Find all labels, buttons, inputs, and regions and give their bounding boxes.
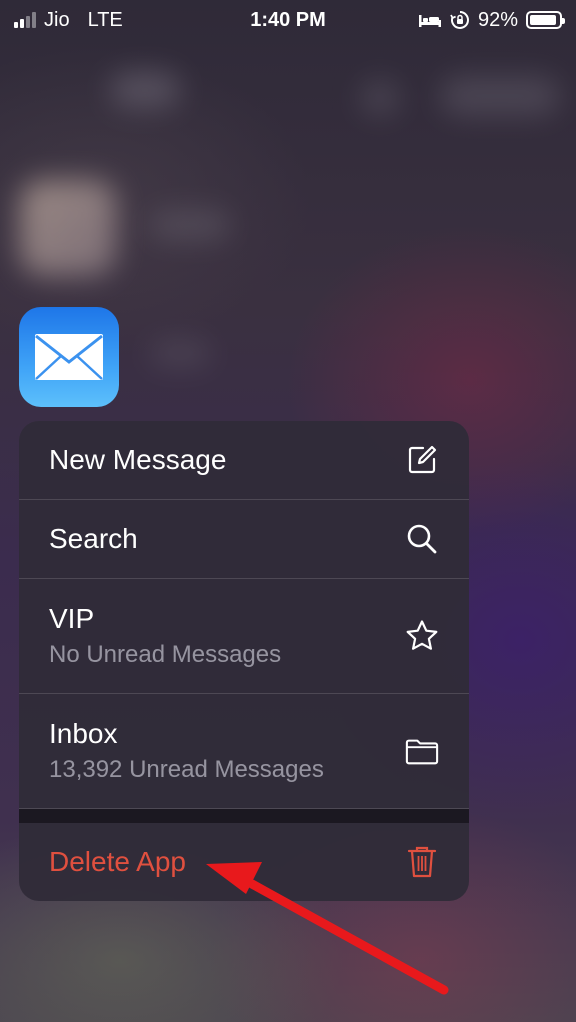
blurred-widget bbox=[440, 76, 560, 116]
menu-item-vip[interactable]: VIP No Unread Messages bbox=[19, 579, 469, 694]
compose-icon bbox=[408, 445, 437, 474]
menu-item-subtitle: No Unread Messages bbox=[49, 641, 282, 668]
menu-item-subtitle: 13,392 Unread Messages bbox=[49, 756, 324, 783]
orientation-lock-icon bbox=[450, 11, 469, 29]
menu-item-label: New Message bbox=[49, 444, 227, 475]
carrier-name: Jio bbox=[44, 8, 70, 31]
blurred-app-icon bbox=[20, 180, 116, 276]
mail-app-icon[interactable] bbox=[19, 307, 119, 407]
blurred-app-label bbox=[150, 340, 210, 366]
folder-icon bbox=[405, 739, 439, 765]
status-bar-right: 92% bbox=[418, 8, 565, 32]
star-icon bbox=[406, 620, 438, 650]
blurred-widget bbox=[360, 80, 400, 116]
clock: 1:40 PM bbox=[250, 8, 326, 31]
menu-item-label: Delete App bbox=[49, 846, 186, 877]
battery-fill bbox=[530, 15, 556, 25]
status-bar-left: Jio LTE bbox=[14, 9, 123, 32]
menu-item-inbox[interactable]: Inbox 13,392 Unread Messages bbox=[19, 694, 469, 809]
cellular-signal-icon bbox=[14, 12, 36, 28]
network-type: LTE bbox=[87, 8, 123, 31]
menu-item-label: Inbox bbox=[49, 718, 118, 749]
menu-item-label: VIP bbox=[49, 603, 95, 634]
blurred-app-label bbox=[150, 210, 230, 240]
menu-section-separator bbox=[19, 809, 469, 823]
mail-icon bbox=[35, 334, 103, 380]
search-icon bbox=[407, 524, 437, 554]
app-context-menu: New Message Search VIP No Unread Message… bbox=[19, 421, 469, 901]
status-bar: Jio LTE 1:40 PM 92% bbox=[0, 0, 576, 40]
menu-item-delete-app[interactable]: Delete App bbox=[19, 823, 469, 901]
blurred-widget bbox=[110, 72, 180, 108]
battery-percent: 92% bbox=[477, 8, 518, 31]
menu-item-search[interactable]: Search bbox=[19, 500, 469, 579]
menu-item-label: Search bbox=[49, 523, 138, 554]
battery-icon bbox=[526, 11, 565, 29]
menu-item-new-message[interactable]: New Message bbox=[19, 421, 469, 500]
sleep-mode-icon bbox=[418, 15, 441, 27]
trash-icon bbox=[407, 846, 437, 878]
